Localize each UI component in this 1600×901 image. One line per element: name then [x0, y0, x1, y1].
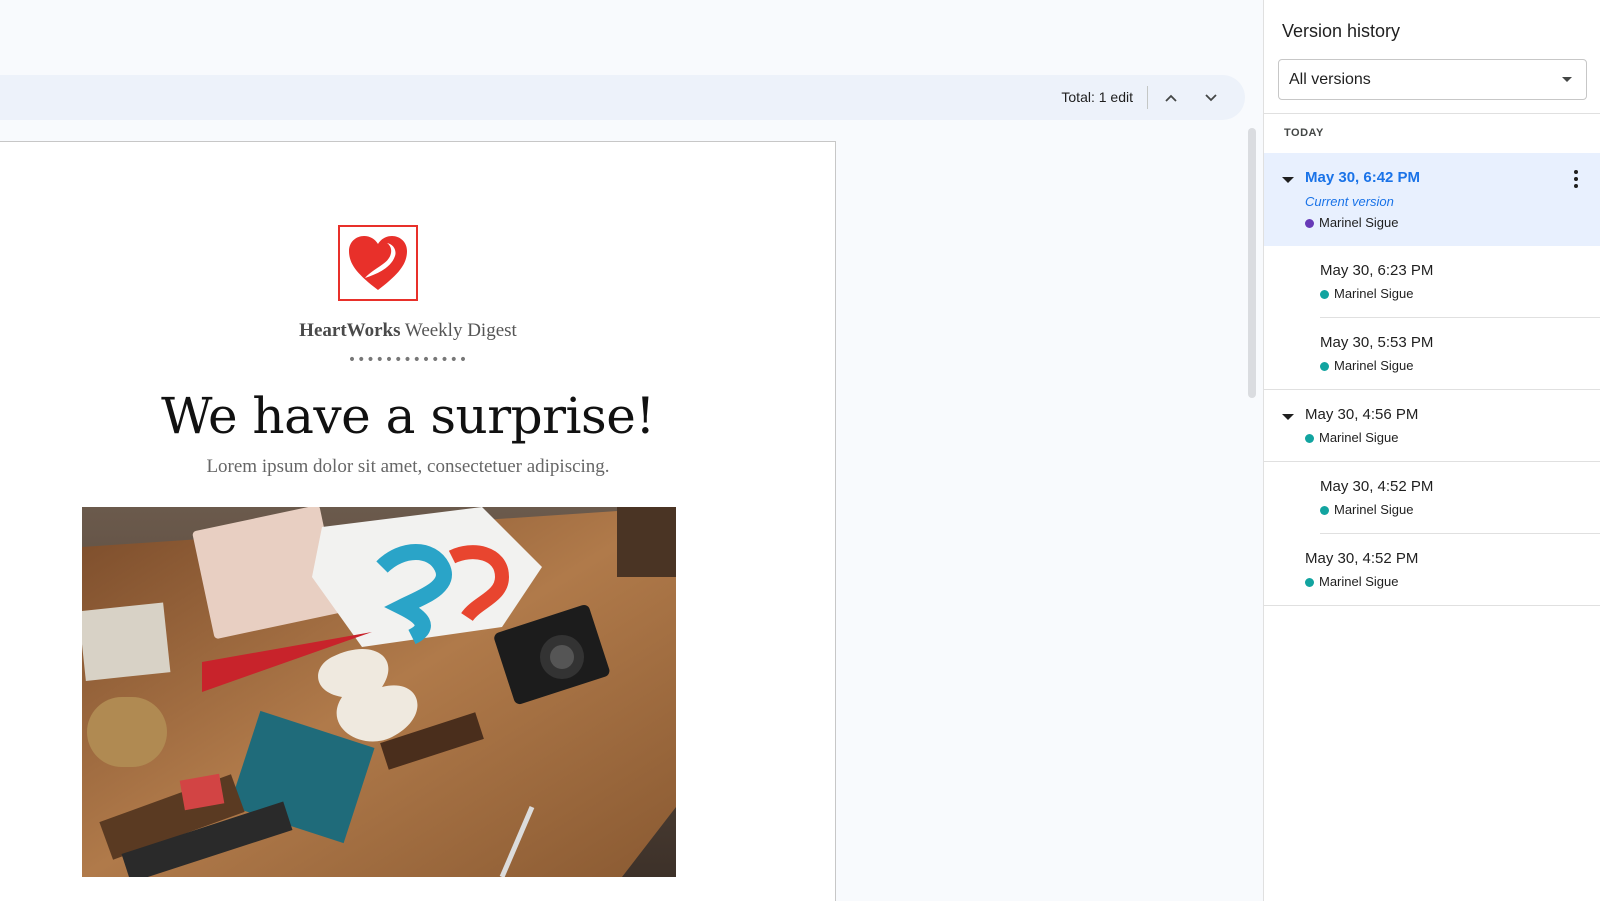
document-page: HeartWorks Weekly Digest ••••••••••••• W… [0, 141, 836, 901]
panel-divider [1264, 113, 1600, 114]
document-scrollbar[interactable] [1248, 128, 1256, 398]
brand-tagline: Weekly Digest [400, 320, 517, 341]
author-color-dot [1305, 434, 1314, 443]
total-edits-label: Total: 1 edit [1061, 89, 1133, 105]
version-author: Marinel Sigue [1334, 358, 1414, 373]
version-author: Marinel Sigue [1334, 286, 1414, 301]
version-history-panel: Version history All versions TODAY May 3… [1263, 0, 1600, 901]
version-item[interactable]: May 30, 6:23 PM Marinel Sigue [1264, 246, 1600, 318]
collapse-caret-icon[interactable] [1282, 177, 1294, 183]
dropdown-arrow-icon [1562, 77, 1572, 82]
version-item[interactable]: May 30, 4:52 PM Marinel Sigue [1264, 534, 1600, 605]
version-timestamp: May 30, 4:52 PM [1305, 550, 1419, 567]
newsletter-subheadline: Lorem ipsum dolor sit amet, consectetuer… [206, 456, 610, 477]
version-item[interactable]: May 30, 4:56 PM Marinel Sigue [1264, 390, 1600, 461]
newsletter-headline: We have a surprise! [161, 387, 655, 445]
versions-filter-value: All versions [1289, 71, 1371, 88]
author-color-dot [1305, 219, 1314, 228]
edit-navigation-bar: Total: 1 edit [0, 75, 1245, 120]
toolbar-divider [1147, 86, 1148, 109]
chevron-up-icon [1165, 94, 1177, 102]
author-color-dot [1305, 578, 1314, 587]
panel-title: Version history [1282, 21, 1401, 41]
heart-icon [349, 236, 407, 290]
version-author: Marinel Sigue [1334, 502, 1414, 517]
brand-name: HeartWorks [299, 320, 401, 341]
collapse-caret-icon[interactable] [1282, 414, 1294, 420]
author-color-dot [1320, 362, 1329, 371]
version-divider [1264, 605, 1600, 606]
version-timestamp: May 30, 4:56 PM [1305, 406, 1419, 423]
current-version-label: Current version [1305, 194, 1394, 209]
version-item[interactable]: May 30, 6:42 PM Current version Marinel … [1264, 153, 1600, 246]
version-timestamp: May 30, 4:52 PM [1320, 478, 1434, 495]
next-edit-button[interactable] [1196, 83, 1226, 113]
version-author: Marinel Sigue [1319, 430, 1399, 445]
version-author: Marinel Sigue [1319, 215, 1399, 230]
version-timestamp: May 30, 6:23 PM [1320, 262, 1434, 279]
version-item[interactable]: May 30, 4:52 PM Marinel Sigue [1264, 462, 1600, 533]
versions-filter-select[interactable]: All versions [1278, 59, 1587, 100]
newsletter-brand: HeartWorks Weekly Digest [0, 320, 835, 342]
hero-image [82, 507, 676, 877]
version-group-label: TODAY [1284, 127, 1324, 139]
author-color-dot [1320, 290, 1329, 299]
heartworks-logo [338, 225, 418, 301]
chevron-down-icon [1205, 94, 1217, 102]
version-timestamp: May 30, 6:42 PM [1305, 169, 1421, 186]
author-color-dot [1320, 506, 1329, 515]
version-timestamp: May 30, 5:53 PM [1320, 334, 1434, 351]
version-author: Marinel Sigue [1319, 574, 1399, 589]
version-item[interactable]: May 30, 5:53 PM Marinel Sigue [1264, 318, 1600, 389]
dotted-divider: ••••••••••••• [347, 352, 469, 368]
more-options-icon[interactable] [1566, 167, 1586, 191]
previous-edit-button[interactable] [1156, 83, 1186, 113]
